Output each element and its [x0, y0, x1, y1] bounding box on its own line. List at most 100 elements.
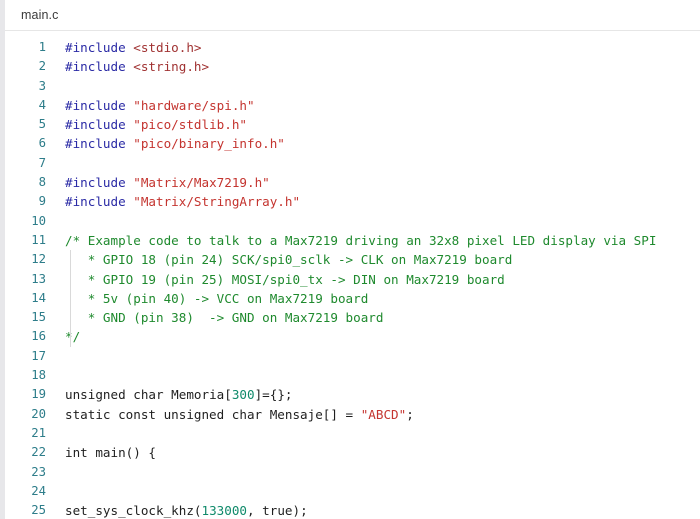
code-line-text: * GPIO 18 (pin 24) SCK/spi0_sclk -> CLK …	[65, 250, 513, 269]
code-token-plain: ,	[246, 503, 263, 519]
code-token-plain: set_sys_clock_khz(	[65, 503, 202, 519]
line-number: 6	[38, 136, 46, 151]
code-line[interactable]: 24	[5, 482, 700, 501]
code-line[interactable]: 7	[5, 154, 700, 173]
code-line-text: #include "Matrix/StringArray.h"	[65, 192, 300, 211]
code-token-cmt: * 5v (pin 40) -> VCC on Max7219 board	[65, 290, 369, 306]
code-line-text: * 5v (pin 40) -> VCC on Max7219 board	[65, 289, 369, 308]
line-number: 21	[31, 425, 46, 440]
code-line[interactable]: 14 * 5v (pin 40) -> VCC on Max7219 board	[5, 289, 700, 308]
code-line[interactable]: 22 int main() {	[5, 443, 700, 462]
code-token-str: "pico/stdlib.h"	[133, 117, 247, 133]
code-line-text: int main() {	[65, 443, 156, 462]
code-token-plain: main() {	[87, 445, 156, 461]
code-token-str: "Matrix/Max7219.h"	[133, 175, 270, 191]
code-token-plain: Mensaje[] =	[262, 406, 361, 422]
code-line-text: static const unsigned char Mensaje[] = "…	[65, 405, 414, 424]
code-token-kw: static const unsigned char	[65, 406, 263, 422]
line-number: 17	[31, 348, 46, 363]
line-number: 7	[38, 155, 46, 170]
code-token-str: "ABCD"	[360, 406, 407, 422]
line-number: 24	[31, 483, 46, 498]
code-token-pp: #include	[65, 175, 134, 191]
code-token-plain: );	[292, 503, 308, 519]
line-number: 16	[31, 329, 46, 344]
line-number: 15	[31, 310, 46, 325]
code-line-text: * GND (pin 38) -> GND on Max7219 board	[65, 308, 384, 327]
code-line[interactable]: 23	[5, 463, 700, 482]
line-number: 25	[31, 503, 46, 518]
code-token-pp: #include	[65, 117, 134, 133]
code-line[interactable]: 5 #include "pico/stdlib.h"	[5, 115, 700, 134]
line-number: 22	[31, 445, 46, 460]
line-number: 20	[31, 406, 46, 421]
line-number: 9	[38, 194, 46, 209]
code-line[interactable]: 3	[5, 77, 700, 96]
code-line[interactable]: 11 /* Example code to talk to a Max7219 d…	[5, 231, 700, 250]
code-token-cmt: */	[65, 329, 81, 345]
code-token-str: "pico/binary_info.h"	[133, 136, 285, 152]
code-line-text: #include "Matrix/Max7219.h"	[65, 173, 270, 192]
editor-tab-bar: main.c	[5, 0, 700, 31]
code-line[interactable]: 6 #include "pico/binary_info.h"	[5, 134, 700, 153]
code-token-num: 133000	[201, 503, 247, 519]
code-token-cmt: * GPIO 18 (pin 24) SCK/spi0_sclk -> CLK …	[65, 252, 513, 268]
line-number: 10	[31, 213, 46, 228]
code-token-cmt: * GPIO 19 (pin 25) MOSI/spi0_tx -> DIN o…	[65, 271, 505, 287]
code-line-text: #include "hardware/spi.h"	[65, 96, 255, 115]
indent-guide	[70, 250, 71, 347]
code-token-kw: true	[262, 503, 293, 519]
line-number: 1	[38, 40, 46, 54]
code-line[interactable]: 1 #include <stdio.h>	[5, 38, 700, 57]
code-line-text: */	[65, 327, 80, 346]
line-number: 8	[38, 175, 46, 190]
line-number: 12	[31, 252, 46, 267]
code-token-plain: ]={};	[254, 387, 293, 403]
code-line[interactable]: 16 */	[5, 327, 700, 346]
code-token-kw: int	[65, 445, 88, 461]
code-editor-window: main.c 1 #include <stdio.h> 2 #include <str…	[0, 0, 700, 519]
tab-main-c[interactable]: main.c	[5, 0, 73, 30]
code-token-cmt: * GND (pin 38) -> GND on Max7219 board	[65, 310, 384, 326]
code-line[interactable]: 25 set_sys_clock_khz(133000, true);	[5, 501, 700, 519]
line-number: 18	[31, 368, 46, 383]
code-token-pp: #include	[65, 59, 134, 75]
code-line-text: #include <stdio.h>	[65, 38, 202, 57]
code-line[interactable]: 4 #include "hardware/spi.h"	[5, 96, 700, 115]
code-editor-surface[interactable]: 1 #include <stdio.h> 2 #include <string.h> 3…	[5, 31, 700, 519]
code-line-text: /* Example code to talk to a Max7219 dri…	[65, 231, 656, 250]
code-token-kw: unsigned char	[65, 387, 164, 403]
line-number: 3	[38, 78, 46, 93]
code-line[interactable]: 21	[5, 424, 700, 443]
line-number: 23	[31, 464, 46, 479]
code-token-str: "hardware/spi.h"	[133, 97, 255, 113]
line-number: 4	[38, 97, 46, 112]
code-line-list: 1 #include <stdio.h> 2 #include <string.h> 3…	[5, 31, 700, 519]
code-line[interactable]: 10	[5, 212, 700, 231]
code-line-text: * GPIO 19 (pin 25) MOSI/spi0_tx -> DIN o…	[65, 270, 505, 289]
code-line-text: #include "pico/stdlib.h"	[65, 115, 247, 134]
code-line[interactable]: 13 * GPIO 19 (pin 25) MOSI/spi0_tx -> DI…	[5, 270, 700, 289]
code-token-str: "Matrix/StringArray.h"	[133, 194, 301, 210]
code-line-text: #include <string.h>	[65, 57, 209, 76]
code-line[interactable]: 15 * GND (pin 38) -> GND on Max7219 boar…	[5, 308, 700, 327]
line-number: 5	[38, 117, 46, 132]
line-number: 14	[31, 290, 46, 305]
code-line[interactable]: 12 * GPIO 18 (pin 24) SCK/spi0_sclk -> C…	[5, 250, 700, 269]
code-line-text: unsigned char Memoria[300]={};	[65, 385, 293, 404]
code-token-plain: Memoria[	[163, 387, 232, 403]
code-token-plain: ;	[406, 406, 414, 422]
code-line[interactable]: 17	[5, 347, 700, 366]
code-token-inc: <string.h>	[133, 59, 210, 75]
line-number: 11	[31, 232, 46, 247]
code-line[interactable]: 19 unsigned char Memoria[300]={};	[5, 385, 700, 404]
code-line[interactable]: 2 #include <string.h>	[5, 57, 700, 76]
code-line[interactable]: 9 #include "Matrix/StringArray.h"	[5, 192, 700, 211]
code-token-pp: #include	[65, 40, 134, 55]
code-line[interactable]: 8 #include "Matrix/Max7219.h"	[5, 173, 700, 192]
code-token-pp: #include	[65, 194, 134, 210]
code-line[interactable]: 18	[5, 366, 700, 385]
code-token-pp: #include	[65, 97, 134, 113]
code-line[interactable]: 20 static const unsigned char Mensaje[] =…	[5, 405, 700, 424]
code-line-text: set_sys_clock_khz(133000, true);	[65, 501, 308, 519]
